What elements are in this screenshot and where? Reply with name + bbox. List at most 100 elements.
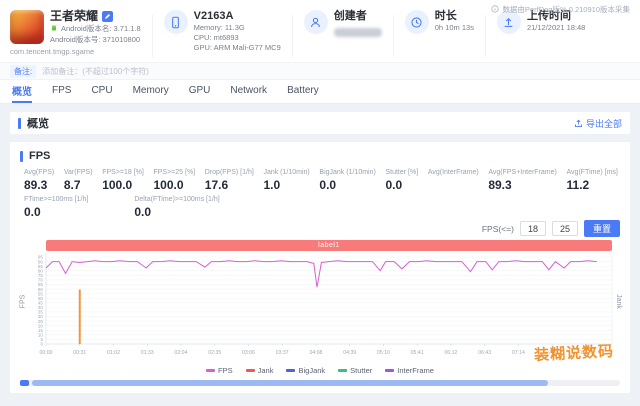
metric: FPS>=25 [%] 100.0	[153, 169, 195, 192]
metric: Avg(InterFrame)	[428, 169, 479, 192]
device-block: V2163A Memory: 11.3G CPU: mt6893 GPU: AR…	[163, 10, 281, 52]
metric: Jank (1/10min) 1.0	[263, 169, 309, 192]
edit-icon[interactable]	[102, 10, 114, 22]
fps-threshold-input[interactable]	[551, 221, 578, 236]
metric-value: 8.7	[63, 178, 81, 192]
fps-threshold-inputs	[519, 221, 578, 236]
metric-value: 0.0	[385, 178, 403, 192]
legend-item-InterFrame[interactable]: InterFrame	[385, 366, 434, 375]
svg-text:40: 40	[38, 305, 44, 310]
svg-text:04:39: 04:39	[343, 350, 356, 356]
svg-text:04:08: 04:08	[309, 350, 322, 356]
duration-block: 时长 0h 10m 13s	[404, 10, 474, 34]
metric-label: Delta(FTime)>=100ms [1/h]	[134, 196, 220, 203]
tab-概览[interactable]: 概览	[12, 80, 32, 103]
metric: Avg(FPS+InterFrame) 89.3	[488, 169, 557, 192]
svg-text:00:31: 00:31	[73, 350, 86, 356]
fps-metrics-row-1: Avg(FPS) 89.3 Var(FPS) 8.7 FPS>=18 [%] 100.0 F…	[20, 164, 620, 192]
metric-label: Avg(FPS)	[24, 169, 55, 176]
y2-axis-label: Jank	[615, 294, 623, 309]
duration-label: 时长	[434, 10, 457, 22]
person-icon	[303, 10, 328, 34]
accent-bar	[20, 150, 23, 162]
svg-text:02:35: 02:35	[208, 350, 221, 356]
svg-text:35: 35	[38, 310, 44, 315]
svg-text:5: 5	[40, 337, 43, 342]
svg-text:45: 45	[38, 300, 44, 305]
collect-note-text: 数据由PerfDog版%.0.210910版本采集	[502, 5, 630, 14]
svg-text:07:14: 07:14	[512, 350, 525, 356]
metric-label: Jank (1/10min)	[263, 169, 310, 176]
y-axis-label: FPS	[19, 294, 27, 309]
metric: BigJank (1/10min) 0.0	[319, 169, 375, 192]
legend-item-Jank[interactable]: Jank	[245, 366, 274, 375]
tab-Battery[interactable]: Battery	[287, 80, 319, 103]
legend-swatch	[245, 369, 255, 372]
metric-value: 17.6	[204, 178, 229, 192]
svg-text:15: 15	[38, 328, 44, 333]
svg-text:05:10: 05:10	[377, 350, 390, 356]
overview-title: 概览	[27, 118, 49, 130]
metric-value: 100.0	[153, 178, 184, 192]
chart-horizontal-scrollbar	[20, 380, 620, 386]
legend-item-BigJank[interactable]: BigJank	[286, 366, 325, 375]
export-all-label: 导出全部	[585, 118, 622, 129]
fps-section-header: FPS	[20, 148, 620, 164]
export-all-link[interactable]: 导出全部	[574, 117, 622, 130]
legend-swatch	[206, 369, 216, 372]
tab-bar: 概览 FPS CPU Memory GPU Network Battery	[0, 80, 640, 104]
metric: FTime>=100ms [1/h] 0.0	[24, 196, 88, 219]
tab-GPU[interactable]: GPU	[189, 80, 211, 103]
tab-CPU[interactable]: CPU	[91, 80, 112, 103]
svg-text:95: 95	[38, 255, 44, 260]
metric: Var(FPS) 8.7	[64, 169, 93, 192]
fps-section-title: FPS	[29, 150, 51, 162]
perfdog-report-page: 王者荣耀 Android版本名: 3.71.1.8 Android版本号: 37…	[0, 0, 640, 406]
legend-item-Stutter[interactable]: Stutter	[338, 366, 372, 375]
metric-value: 89.3	[488, 178, 512, 192]
device-cpu: CPU: mt6893	[193, 32, 239, 42]
device-model: V2163A	[193, 10, 234, 22]
export-icon	[574, 119, 582, 127]
content: 概览 导出全部 FPS Avg(FPS) 89.3 Var(FPS) 8.7 FPS>=…	[0, 104, 640, 393]
legend-item-FPS[interactable]: FPS	[206, 366, 233, 375]
top-header: 王者荣耀 Android版本名: 3.71.1.8 Android版本号: 37…	[0, 0, 640, 62]
metric-value: 89.3	[24, 178, 48, 192]
svg-text:50: 50	[38, 296, 44, 301]
tab-Network[interactable]: Network	[230, 80, 267, 103]
svg-text:30: 30	[38, 314, 44, 319]
svg-text:01:02: 01:02	[107, 350, 120, 356]
legend-swatch	[385, 369, 395, 372]
fps-threshold-input[interactable]	[519, 221, 546, 236]
fps-threshold-label: FPS(<=)	[481, 223, 514, 234]
tab-Memory[interactable]: Memory	[133, 80, 169, 103]
reset-button[interactable]: 重置	[583, 220, 620, 237]
fps-line-chart[interactable]: 05101520253035404550556065707580859095 00…	[20, 252, 620, 364]
metric-label: Avg(InterFrame)	[427, 169, 479, 176]
svg-text:55: 55	[38, 291, 44, 296]
metric-label: Drop(FPS) [1/h]	[204, 169, 254, 176]
note-input[interactable]: 添加备注：(不超过100个字符)	[42, 66, 149, 77]
divider	[484, 15, 486, 57]
divider	[392, 15, 394, 57]
legend-label: Jank	[257, 366, 274, 375]
note-bar: 备注: 添加备注：(不超过100个字符)	[0, 62, 640, 80]
metric-value: 0.0	[319, 178, 337, 192]
metric-label: Avg(FTime) [ms]	[566, 169, 618, 176]
svg-text:25: 25	[38, 319, 44, 324]
metric-label: BigJank (1/10min)	[319, 169, 376, 176]
legend-label: BigJank	[298, 366, 326, 375]
scrollbar-thumb[interactable]	[32, 380, 548, 386]
svg-text:00:00: 00:00	[40, 350, 53, 356]
scrollbar-left-nub[interactable]	[20, 380, 29, 386]
legend-label: FPS	[218, 366, 233, 375]
app-title: 王者荣耀	[50, 9, 99, 23]
metric: Avg(FTime) [ms] 11.2	[567, 169, 618, 192]
svg-text:70: 70	[38, 278, 44, 283]
svg-text:01:33: 01:33	[141, 350, 154, 356]
svg-text:03:06: 03:06	[242, 350, 255, 356]
svg-text:80: 80	[38, 268, 44, 273]
tab-FPS[interactable]: FPS	[52, 80, 71, 103]
metric-label: Stutter [%]	[385, 169, 419, 176]
legend-swatch	[338, 369, 348, 372]
